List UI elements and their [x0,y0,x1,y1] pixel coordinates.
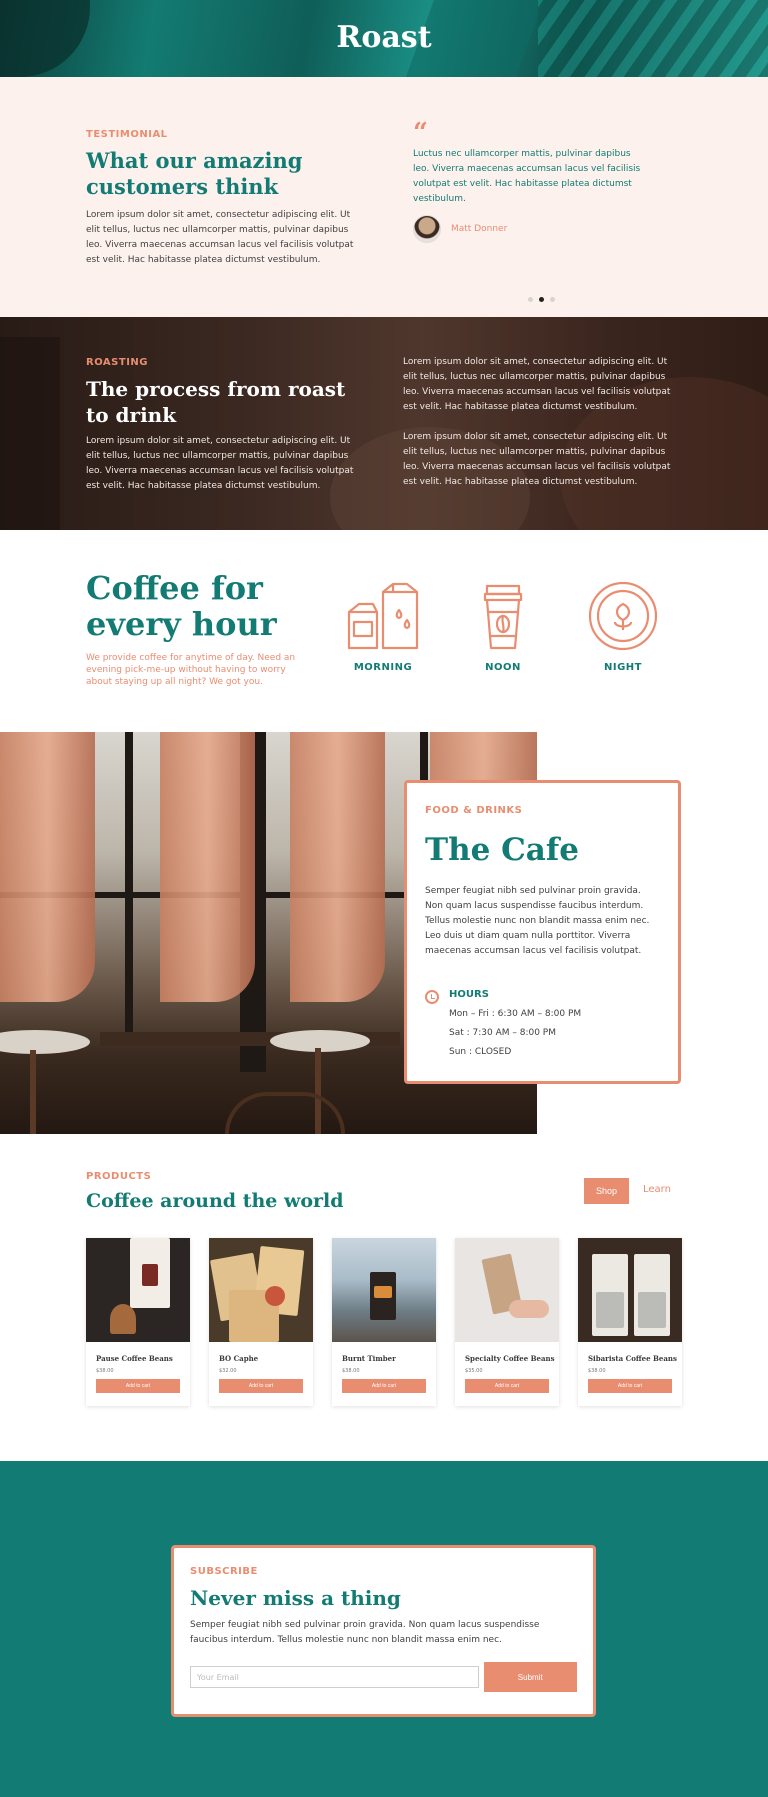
add-to-cart-button[interactable]: Add to cart [588,1379,672,1393]
hours-line: Sun : CLOSED [449,1047,512,1057]
roasting-paragraph: Lorem ipsum dolor sit amet, consectetur … [403,432,671,487]
product-name: Sibarista Coffee Beans [588,1354,677,1363]
products-section: PRODUCTS Coffee around the world Shop Le… [0,1134,768,1461]
product-price: $38.00 [342,1368,360,1374]
subscribe-card: SUBSCRIBE Never miss a thing Semper feug… [171,1545,596,1717]
products-eyebrow: PRODUCTS [86,1171,152,1182]
cafe-eyebrow: FOOD & DRINKS [425,805,523,816]
coffee-hours-heading: Coffee for every hour [86,569,277,643]
product-image [332,1238,436,1342]
slider-dot-1[interactable] [528,297,533,302]
testimonial-eyebrow: TESTIMONIAL [86,129,168,140]
time-label: NIGHT [604,662,642,673]
coffee-hours-intro: Coffee for every hour We provide coffee … [86,570,306,688]
testimonial-heading: What our amazing customers think [86,148,303,199]
time-item-morning: MORNING [333,582,433,673]
add-to-cart-button[interactable]: Add to cart [219,1379,303,1393]
product-price: $32.00 [219,1368,237,1374]
coffee-cup-icon [483,584,523,650]
roasting-details: Lorem ipsum dolor sit amet, consectetur … [403,355,683,490]
product-price: $35.00 [465,1368,483,1374]
time-label: MORNING [353,662,413,673]
cafe-heading: The Cafe [425,832,579,868]
products-header: PRODUCTS Coffee around the world [86,1171,344,1212]
subscribe-body: Semper feugiat nibh sed pulvinar proin g… [190,1620,540,1645]
hours-line: Sat : 7:30 AM – 8:00 PM [449,1028,556,1038]
product-image [86,1238,190,1342]
product-grid: Pause Coffee Beans $38.00 Add to cart BO… [86,1238,682,1406]
product-card[interactable]: Specialty Coffee Beans $35.00 Add to car… [455,1238,559,1406]
product-name: Burnt Timber [342,1354,396,1363]
product-image [578,1238,682,1342]
add-to-cart-button[interactable]: Add to cart [465,1379,549,1393]
products-heading: Coffee around the world [86,1190,344,1212]
roasting-intro: ROASTING The process from roast to drink… [86,357,361,494]
slider-dot-3[interactable] [550,297,555,302]
email-field[interactable] [190,1666,479,1688]
testimonial-body: Lorem ipsum dolor sit amet, consectetur … [86,210,354,265]
product-price: $38.00 [96,1368,114,1374]
product-price: $38.00 [588,1368,606,1374]
testimonial-quote: Luctus nec ullamcorper mattis, pulvinar … [413,149,641,204]
milk-cartons-icon [347,582,419,650]
learn-link[interactable]: Learn [643,1184,671,1195]
latte-art-icon [588,582,658,651]
coffee-hours-section: Coffee for every hour We provide coffee … [0,530,768,732]
cafe-body: Semper feugiat nibh sed pulvinar proin g… [425,886,650,956]
testimonial-intro: TESTIMONIAL What our amazing customers t… [86,129,366,268]
coffee-hours-body: We provide coffee for anytime of day. Ne… [86,653,296,687]
product-image [209,1238,313,1342]
roasting-body: Lorem ipsum dolor sit amet, consectetur … [86,436,354,491]
product-name: BO Caphe [219,1354,259,1363]
author-name: Matt Donner [451,224,508,234]
testimonial-author: Matt Donner [413,215,643,243]
time-item-night: NIGHT [573,582,673,673]
subscribe-section: SUBSCRIBE Never miss a thing Semper feug… [0,1461,768,1797]
hero-banner: Roast [0,0,768,77]
cafe-info-card: FOOD & DRINKS The Cafe Semper feugiat ni… [404,780,681,1084]
add-to-cart-button[interactable]: Add to cart [342,1379,426,1393]
product-card[interactable]: Burnt Timber $38.00 Add to cart [332,1238,436,1406]
product-name: Pause Coffee Beans [96,1354,173,1363]
subscribe-form: Submit [190,1662,577,1692]
product-image [455,1238,559,1342]
product-name: Specialty Coffee Beans [465,1354,555,1363]
subscribe-eyebrow: SUBSCRIBE [190,1566,258,1577]
hours-line: Mon – Fri : 6:30 AM – 8:00 PM [449,1009,582,1019]
clock-icon [425,990,439,1004]
subscribe-heading: Never miss a thing [190,1586,401,1610]
submit-button[interactable]: Submit [483,1662,577,1692]
slider-dot-2[interactable] [539,297,544,302]
time-item-noon: NOON [453,582,553,673]
testimonial-slide: “ Luctus nec ullamcorper mattis, pulvina… [413,118,643,243]
product-card[interactable]: BO Caphe $32.00 Add to cart [209,1238,313,1406]
add-to-cart-button[interactable]: Add to cart [96,1379,180,1393]
cafe-hours: HOURS Mon – Fri : 6:30 AM – 8:00 PM Sat … [425,989,660,1057]
product-card[interactable]: Pause Coffee Beans $38.00 Add to cart [86,1238,190,1406]
shop-button[interactable]: Shop [584,1178,629,1204]
testimonial-section: TESTIMONIAL What our amazing customers t… [0,77,768,317]
roasting-paragraph: Lorem ipsum dolor sit amet, consectetur … [403,357,671,412]
quote-icon: “ [413,118,428,148]
slider-dots [528,297,555,302]
roasting-eyebrow: ROASTING [86,357,148,368]
hours-title: HOURS [449,989,489,1000]
time-label: NOON [485,662,521,673]
roasting-section: ROASTING The process from roast to drink… [0,317,768,530]
roasting-heading: The process from roast to drink [86,377,346,427]
cafe-section: FOOD & DRINKS The Cafe Semper feugiat ni… [0,732,768,1134]
product-card[interactable]: Sibarista Coffee Beans $38.00 Add to car… [578,1238,682,1406]
site-title: Roast [336,20,432,55]
avatar [413,215,441,243]
